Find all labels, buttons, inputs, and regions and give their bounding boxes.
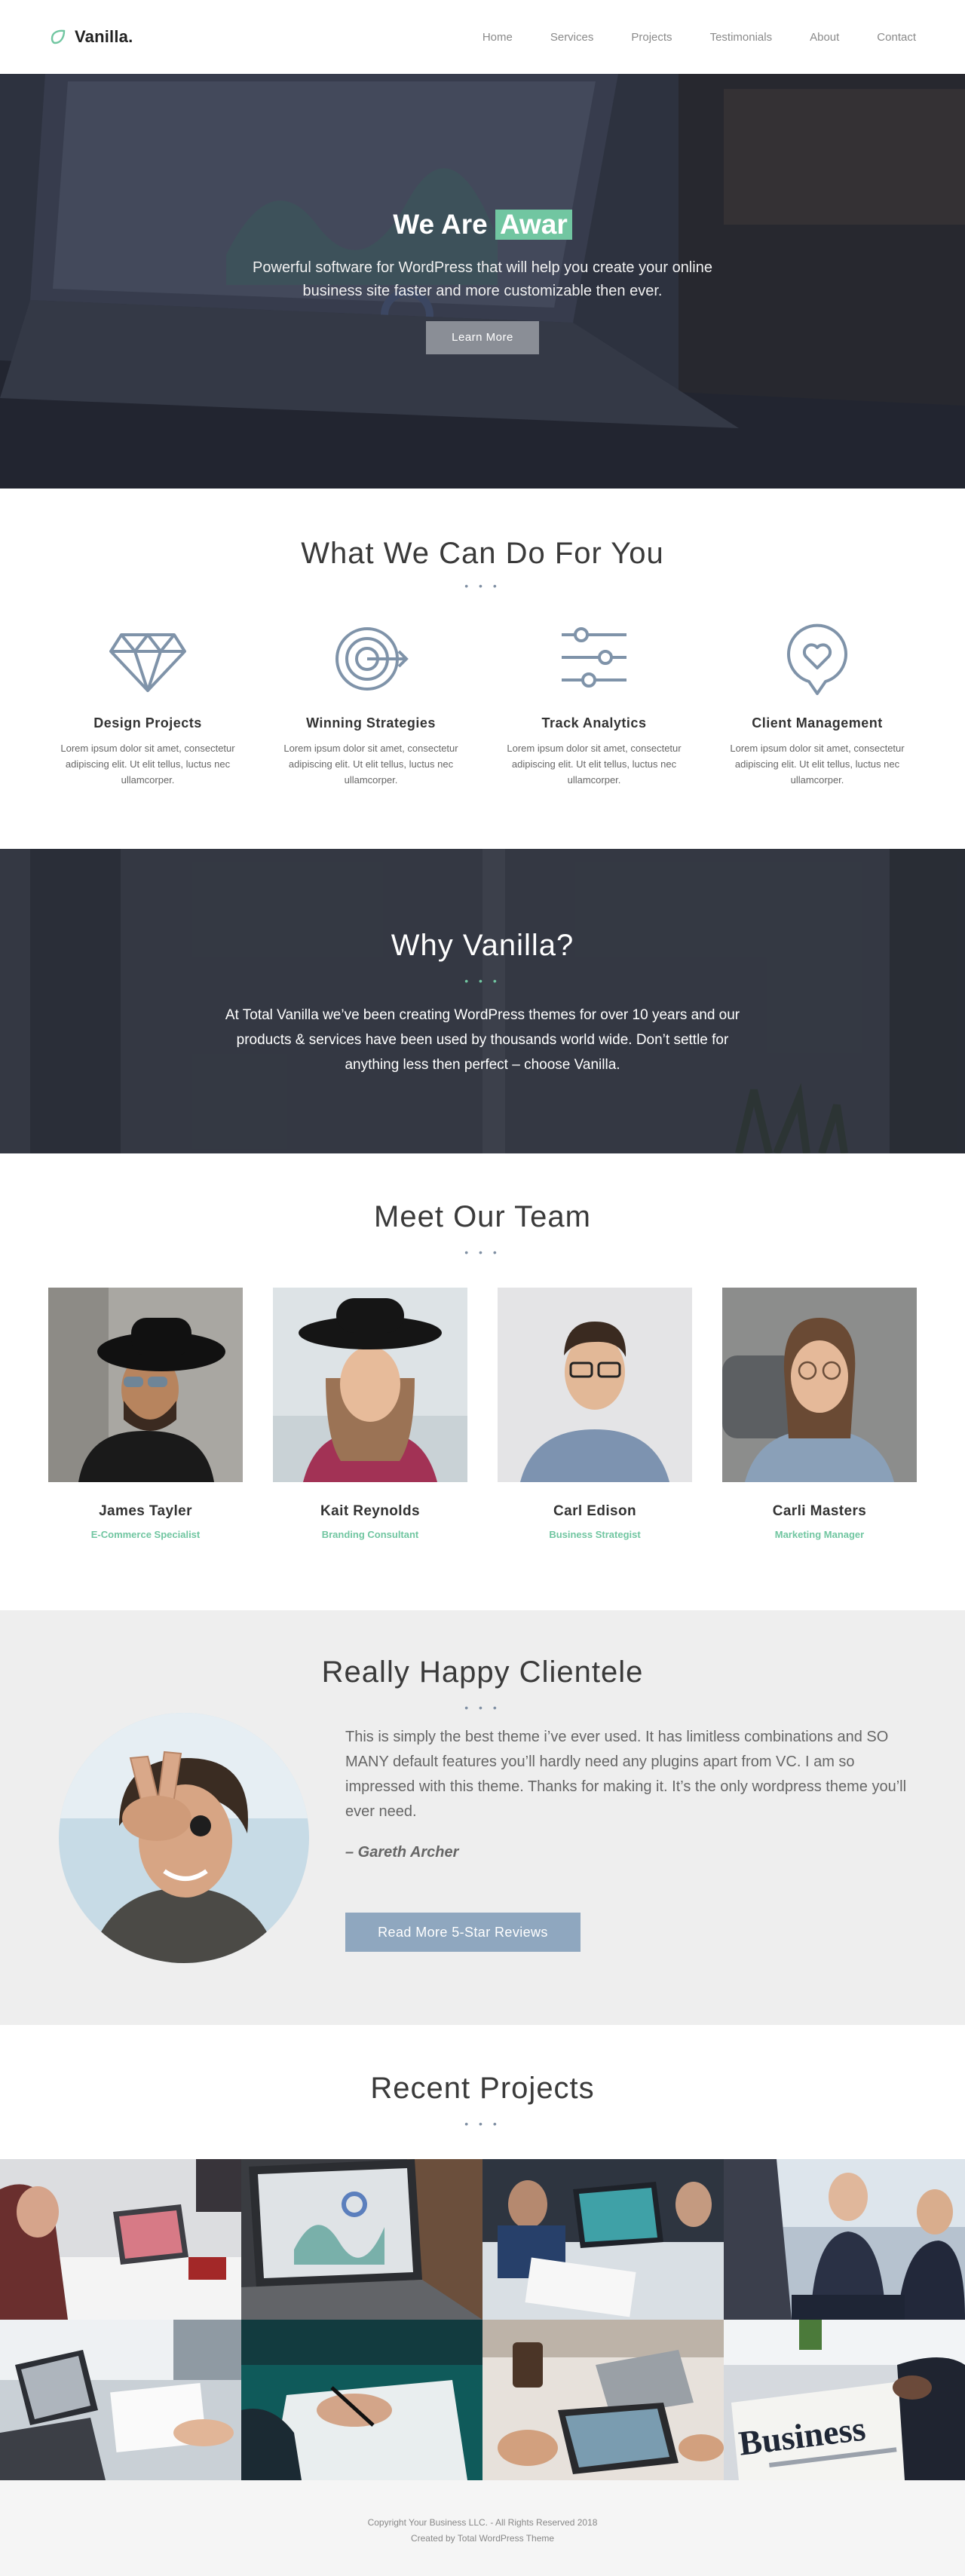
project-tile[interactable] bbox=[241, 2320, 482, 2480]
member-photo bbox=[273, 1288, 467, 1482]
member-name: James Tayler bbox=[99, 1503, 192, 1519]
member-photo bbox=[498, 1288, 692, 1482]
service-text: Lorem ipsum dolor sit amet, consectetur … bbox=[730, 743, 905, 786]
service-title: Track Analytics bbox=[541, 715, 647, 731]
team-member-card: James Tayler E-Commerce Specialist bbox=[48, 1288, 243, 1540]
service-card: Design Projects Lorem ipsum dolor sit am… bbox=[36, 621, 259, 788]
nav-projects[interactable]: Projects bbox=[631, 31, 672, 44]
main-nav: Home Services Projects Testimonials Abou… bbox=[482, 31, 916, 44]
nav-testimonials[interactable]: Testimonials bbox=[710, 31, 773, 44]
hero-subtitle: Powerful software for WordPress that wil… bbox=[253, 259, 712, 299]
project-tile[interactable]: Business bbox=[724, 2320, 965, 2480]
hero-title-prefix: We Are bbox=[393, 209, 488, 240]
projects-title: Recent Projects bbox=[370, 2072, 595, 2105]
client-photo bbox=[59, 1713, 309, 1963]
project-tile[interactable] bbox=[482, 2159, 724, 2320]
site-footer: Copyright Your Business LLC. - All Right… bbox=[0, 2480, 965, 2576]
service-title: Design Projects bbox=[93, 715, 202, 731]
team-grid: James Tayler E-Commerce Specialist Kait … bbox=[48, 1288, 917, 1540]
team-member-card: Carl Edison Business Strategist bbox=[498, 1288, 692, 1540]
team-member-card: Kait Reynolds Branding Consultant bbox=[273, 1288, 467, 1540]
logo-text: Vanilla. bbox=[75, 27, 133, 46]
why-section: Why Vanilla? • • • At Total Vanilla we’v… bbox=[0, 849, 965, 1153]
hero-section: We Are Awar Powerful software for WordPr… bbox=[0, 74, 965, 489]
sliders-icon bbox=[562, 627, 626, 688]
testimonial-title: Really Happy Clientele bbox=[321, 1656, 644, 1689]
learn-more-button[interactable]: Learn More bbox=[426, 321, 539, 354]
hero-title-highlight: Awar bbox=[495, 210, 572, 240]
service-title: Winning Strategies bbox=[306, 715, 436, 731]
hero-content: We Are Awar Powerful software for WordPr… bbox=[0, 208, 965, 354]
logo-leaf-icon bbox=[51, 29, 66, 44]
team-section: Meet Our Team • • • James Tayler E-Comme… bbox=[0, 1153, 965, 1610]
service-card: Client Management Lorem ipsum dolor sit … bbox=[706, 621, 929, 788]
nav-contact[interactable]: Contact bbox=[877, 31, 916, 44]
why-text: At Total Vanilla we’ve been creating Wor… bbox=[225, 1007, 740, 1073]
why-title: Why Vanilla? bbox=[391, 929, 574, 962]
target-icon bbox=[335, 627, 409, 691]
member-role: Business Strategist bbox=[549, 1529, 641, 1540]
project-tile[interactable] bbox=[0, 2320, 241, 2480]
hero-title: We Are Awar bbox=[0, 208, 965, 241]
read-reviews-button[interactable]: Read More 5-Star Reviews bbox=[345, 1913, 581, 1952]
member-name: Kait Reynolds bbox=[320, 1503, 420, 1519]
project-tile[interactable] bbox=[482, 2320, 724, 2480]
member-photo bbox=[722, 1288, 917, 1482]
nav-about[interactable]: About bbox=[810, 31, 839, 44]
member-role: Marketing Manager bbox=[774, 1529, 865, 1540]
why-dots: • • • bbox=[464, 975, 501, 987]
projects-grid: Business bbox=[0, 2159, 965, 2480]
service-text: Lorem ipsum dolor sit amet, consectetur … bbox=[283, 743, 458, 786]
service-title: Client Management bbox=[752, 715, 883, 731]
services-section: What We Can Do For You • • • Design Proj… bbox=[0, 489, 965, 849]
footer-credit: Created by Total WordPress Theme bbox=[410, 2533, 555, 2544]
projects-dots: • • • bbox=[464, 2118, 501, 2130]
testimonial-section: Really Happy Clientele • • • This is sim… bbox=[0, 1610, 965, 2025]
member-role: Branding Consultant bbox=[321, 1529, 419, 1540]
footer-copyright: Copyright Your Business LLC. - All Right… bbox=[367, 2517, 598, 2528]
service-card: Winning Strategies Lorem ipsum dolor sit… bbox=[259, 621, 482, 788]
services-title: What We Can Do For You bbox=[301, 537, 664, 570]
diamond-icon bbox=[109, 633, 186, 692]
team-dots: • • • bbox=[464, 1246, 501, 1258]
member-photo bbox=[48, 1288, 243, 1482]
member-name: Carli Masters bbox=[772, 1503, 867, 1519]
site-header: Vanilla. Home Services Projects Testimon… bbox=[0, 0, 965, 74]
project-tile[interactable] bbox=[241, 2159, 482, 2320]
service-text: Lorem ipsum dolor sit amet, consectetur … bbox=[60, 743, 235, 786]
why-overlay bbox=[0, 849, 965, 1153]
services-dots: • • • bbox=[464, 580, 501, 592]
service-text: Lorem ipsum dolor sit amet, consectetur … bbox=[507, 743, 682, 786]
projects-section: Recent Projects • • • Business bbox=[0, 2025, 965, 2480]
project-tile[interactable] bbox=[724, 2159, 965, 2320]
project-tile[interactable] bbox=[0, 2159, 241, 2320]
services-grid: Design Projects Lorem ipsum dolor sit am… bbox=[36, 621, 929, 788]
nav-home[interactable]: Home bbox=[482, 31, 513, 44]
testimonial-dots: • • • bbox=[464, 1702, 501, 1714]
nav-services[interactable]: Services bbox=[550, 31, 594, 44]
member-name: Carl Edison bbox=[553, 1503, 636, 1519]
logo[interactable]: Vanilla. bbox=[49, 27, 133, 47]
testimonial-quote: This is simply the best theme i’ve ever … bbox=[345, 1729, 907, 1820]
testimonial-author: – Gareth Archer bbox=[345, 1844, 459, 1861]
team-title: Meet Our Team bbox=[374, 1200, 591, 1233]
heart-bubble-icon bbox=[787, 623, 847, 695]
service-card: Track Analytics Lorem ipsum dolor sit am… bbox=[482, 621, 706, 788]
member-role: E-Commerce Specialist bbox=[90, 1529, 201, 1540]
team-member-card: Carli Masters Marketing Manager bbox=[722, 1288, 917, 1540]
